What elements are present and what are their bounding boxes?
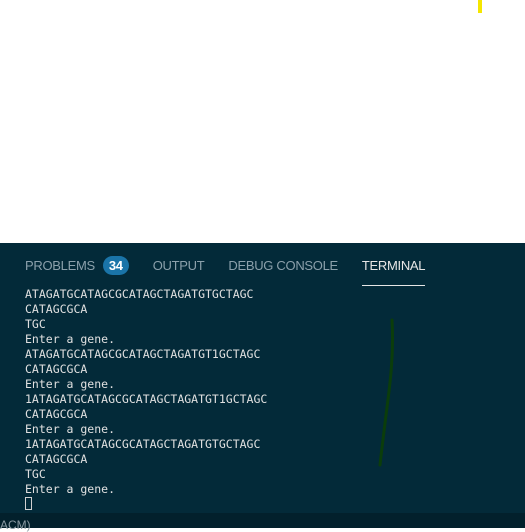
highlight-mark [478,0,482,13]
terminal-line: Enter a gene. [25,482,116,496]
tab-label: DEBUG CONSOLE [228,257,338,273]
tab-problems[interactable]: PROBLEMS 34 [25,252,129,278]
panel-tabs: PROBLEMS 34 OUTPUT DEBUG CONSOLE TERMINA… [25,252,449,286]
terminal-line: TGC [25,317,46,331]
tab-label: TERMINAL [361,257,426,273]
terminal-line: TGC [25,467,46,481]
terminal-line: CATAGCGCA [25,407,88,421]
terminal-line: ATAGATGCATAGCGCATAGCTAGATGT1GCTAGC [25,347,261,361]
problems-count-badge: 34 [102,255,129,275]
tab-label: PROBLEMS [25,257,95,273]
terminal-line: CATAGCGCA [25,452,88,466]
bottom-panel: PROBLEMS 34 OUTPUT DEBUG CONSOLE TERMINA… [0,243,525,513]
terminal-line: Enter a gene. [25,377,116,391]
tab-label: OUTPUT [152,257,205,273]
terminal-line: ATAGATGCATAGCGCATAGCTAGATGTGCTAGC [25,287,254,301]
terminal-line: Enter a gene. [25,422,116,436]
tab-output[interactable]: OUTPUT [153,252,205,278]
terminal-line: Enter a gene. [25,332,116,346]
editor-area[interactable] [0,0,525,243]
hand-drawn-line-annotation [378,318,395,467]
terminal-line: CATAGCGCA [25,302,88,316]
status-bar: (ACM) [0,513,525,532]
terminal-line: 1ATAGATGCATAGCGCATAGCTAGATGTGCTAGC [25,437,261,451]
tab-terminal[interactable]: TERMINAL [361,252,426,286]
terminal-output[interactable]: ATAGATGCATAGCGCATAGCTAGATGTGCTAGC CATAGCG… [25,287,267,512]
status-text: (ACM) [0,518,31,532]
terminal-prompt-line[interactable] [25,497,267,512]
terminal-line: CATAGCGCA [25,362,88,376]
tab-debug-console[interactable]: DEBUG CONSOLE [228,252,338,278]
terminal-cursor [25,497,32,510]
terminal-line: 1ATAGATGCATAGCGCATAGCTAGATGT1GCTAGC [25,392,268,406]
